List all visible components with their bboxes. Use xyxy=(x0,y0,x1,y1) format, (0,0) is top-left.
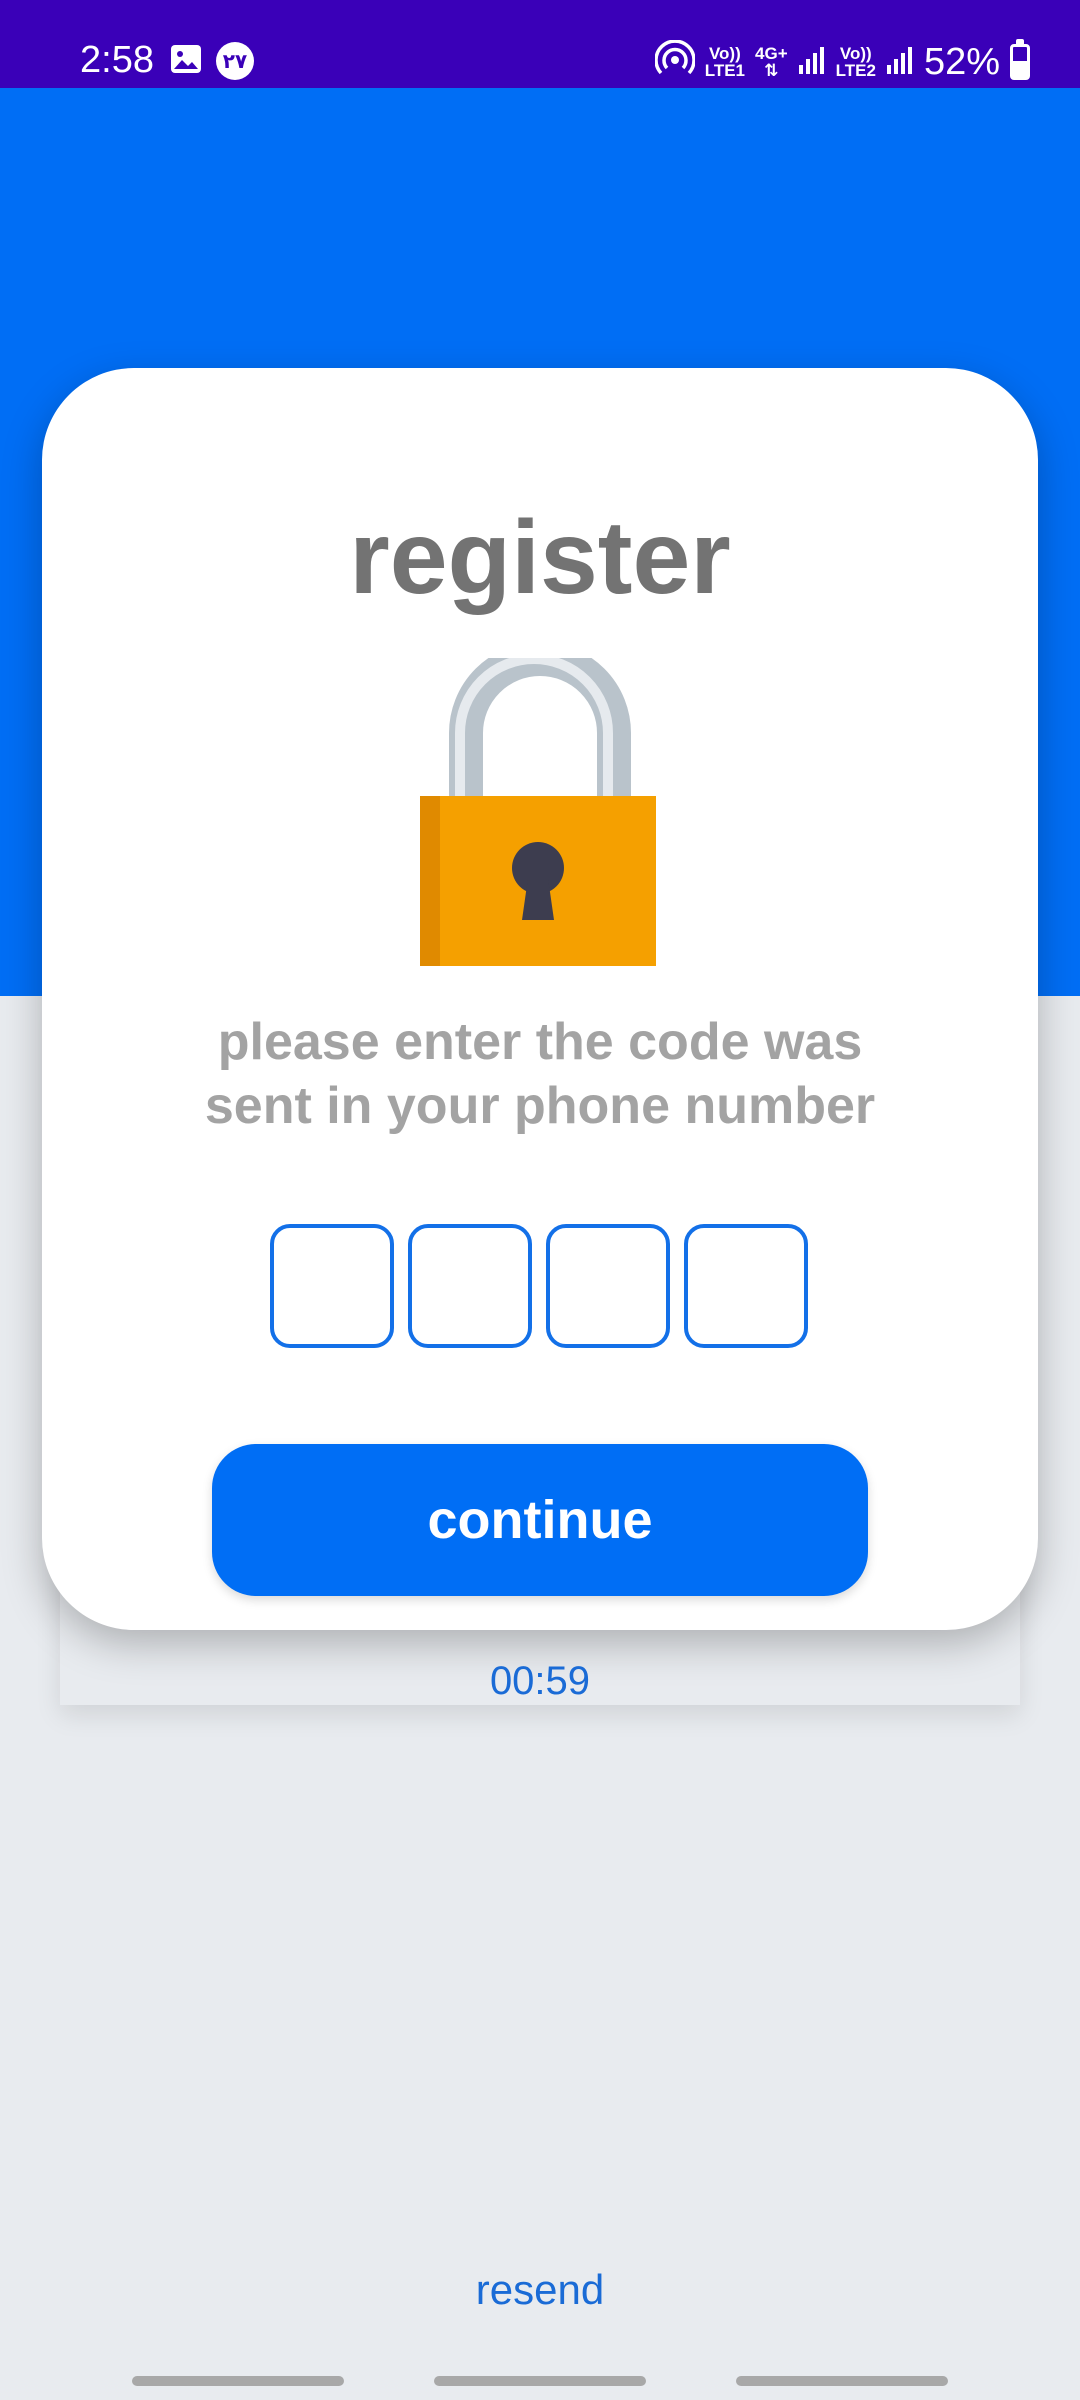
sim2-indicator: Vo)) LTE2 xyxy=(836,45,876,79)
sim1-volte-label: Vo)) xyxy=(708,44,741,63)
nav-recents-handle[interactable] xyxy=(132,2376,344,2386)
sim1-lte-label: LTE1 xyxy=(704,61,746,80)
status-bar: 2:58 ٢٧ Vo)) LTE1 4G+ ⇅ Vo)) LTE2 52% xyxy=(0,0,1080,88)
sim2-volte-label: Vo)) xyxy=(839,44,872,63)
instruction-text: please enter the code was sent in your p… xyxy=(204,1013,876,1135)
hotspot-icon xyxy=(653,38,696,85)
network-type-indicator: 4G+ ⇅ xyxy=(755,45,788,79)
nav-home-handle[interactable] xyxy=(434,2376,646,2386)
countdown-timer: 00:59 xyxy=(489,1659,591,1703)
continue-button[interactable]: continue xyxy=(212,1444,868,1596)
resend-link[interactable]: resend xyxy=(0,2264,1080,2316)
otp-digit-1[interactable] xyxy=(270,1224,394,1348)
network-type-label: 4G+ xyxy=(755,44,788,63)
data-arrows-icon: ⇅ xyxy=(764,61,779,80)
battery-percentage: 52% xyxy=(923,41,1000,83)
otp-code-input xyxy=(270,1224,808,1348)
sim1-indicator: Vo)) LTE1 xyxy=(705,45,745,79)
sim2-lte-label: LTE2 xyxy=(835,61,876,80)
register-card: register please enter the code was sent … xyxy=(42,368,1038,1630)
signal-icon xyxy=(798,45,826,80)
status-indicators: Vo)) LTE1 4G+ ⇅ Vo)) LTE2 52% xyxy=(653,38,1030,86)
battery-charging-icon xyxy=(1010,39,1030,80)
otp-digit-3[interactable] xyxy=(546,1224,670,1348)
lock-icon xyxy=(420,642,660,968)
battery-level xyxy=(1013,61,1027,77)
status-time: 2:58 xyxy=(80,39,154,81)
navigation-bar xyxy=(0,2360,1080,2400)
otp-digit-2[interactable] xyxy=(408,1224,532,1348)
page-title: register xyxy=(349,500,731,616)
nav-back-handle[interactable] xyxy=(736,2376,948,2386)
otp-digit-4[interactable] xyxy=(684,1224,808,1348)
notification-badge: ٢٧ xyxy=(216,42,254,80)
gallery-icon xyxy=(170,44,202,79)
signal-icon xyxy=(886,45,914,80)
